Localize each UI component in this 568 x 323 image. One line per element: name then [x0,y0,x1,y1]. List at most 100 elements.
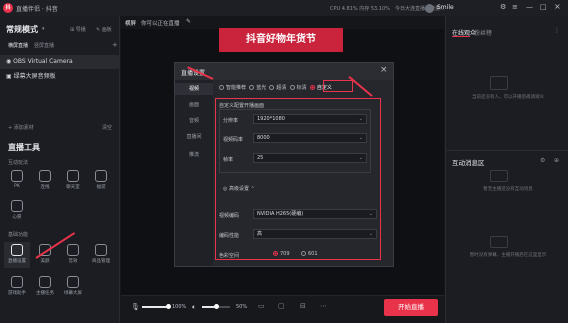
menu-icon[interactable]: ≡ [512,3,518,11]
speaker-icon[interactable]: 🔈︎ [192,303,196,312]
message-area-title: 互动消息区 [452,159,485,167]
user-name[interactable]: Smile [437,4,454,11]
custom-config-title: 自定义配置开播画面 [219,103,265,109]
chat-icon [67,170,79,182]
screen-icon [67,276,79,288]
settings-icon[interactable]: ⚙ [540,157,545,164]
encoder-label: 视频编码 [219,213,240,219]
speaker-slider-handle[interactable] [214,304,219,309]
chatroom-tool[interactable]: 聊天室 [60,168,86,194]
quality-option-standard[interactable]: 标清 [289,85,307,91]
dialog-tab-stream[interactable]: 推流 [175,149,213,161]
system-status: CPU 4.81% 内存 53.10% [330,6,390,12]
dialog-tab-video[interactable]: 视频 [175,83,213,95]
active-tab-indicator [452,36,470,37]
more-icon[interactable]: ⋮ [554,27,560,34]
speaker-volume-value: 50% [236,304,248,310]
lucky-bag-tool[interactable]: 福袋 [88,168,114,194]
sound-tool[interactable]: 音效 [60,242,86,268]
image-icon: ▣ [6,73,14,80]
pk-tool[interactable]: PK [4,168,30,194]
quality-option-bluray[interactable]: 蓝光 [249,85,266,91]
mic-volume-slider[interactable] [142,306,168,308]
dialog-tab-picture[interactable]: 画面 [175,99,213,111]
tab-landscape[interactable]: 横屏直播 [8,42,28,49]
quality-options: 智能推荐 蓝光 超清 标清 自定义 [219,84,332,91]
cart-icon [95,244,107,256]
bitrate-select[interactable]: 8000 ⌄ [253,133,367,143]
empty-audience-text: 当前还没有人，可以开播后邀请观众 [472,95,544,100]
bag-icon [95,170,107,182]
add-source-button[interactable]: + 添加素材 [8,124,34,131]
dialog-tab-audio[interactable]: 音频 [175,115,213,127]
game-tool[interactable]: 游戏助手 [4,274,30,300]
resolution-label: 分辨率 [223,118,239,124]
green-screen-tool[interactable]: 绿幕大屏 [60,274,86,300]
maximize-icon[interactable]: □ [540,3,547,11]
camera-icon[interactable]: ▭ [258,302,265,310]
source-item[interactable]: ◉ OBS Virtual Camera [0,55,119,69]
empty-message-text: 暂无主播还没有互动消息 [483,187,533,192]
clear-button[interactable]: 清空 [102,124,112,131]
quality-option-smart[interactable]: 智能推荐 [219,85,246,91]
empty-danmaku-text: 暂时没有弹幕，主播开播后在这里显示 [469,253,547,258]
minimize-icon[interactable]: — [526,3,533,11]
color-space-label: 色彩空间 [219,253,240,259]
link-icon [39,170,51,182]
dialog-tab-room[interactable]: 直播间 [175,131,213,143]
color-space-601[interactable]: 601 [301,251,318,257]
empty-message-icon [490,170,508,182]
link-tool[interactable]: 连线 [32,168,58,194]
app-logo: 抖 [3,3,13,13]
chevron-down-icon: ⌄ [358,155,363,161]
group-basic: 基础功能 [8,232,29,238]
dialog-close-button[interactable]: × [380,65,388,75]
live-settings-tool[interactable]: 直播设置 [4,242,30,268]
mic-slider-handle[interactable] [166,304,171,309]
scene-mode-title[interactable]: 常规模式 [6,24,38,35]
advanced-settings-toggle[interactable]: ◎ 高级设置 ⌃ [223,185,255,192]
task-icon [39,276,51,288]
chevron-down-icon[interactable]: ▾ [42,26,45,32]
mic-volume-value: 100% [172,304,187,310]
screen-record-icon[interactable]: ▢ [278,302,285,310]
bitrate-label: 视频码率 [223,137,244,143]
tab-fans[interactable]: 粉丝榜 [474,28,492,37]
chevron-down-icon: ⌄ [368,211,373,217]
framerate-label: 帧率 [223,157,234,163]
settings-icon[interactable]: ⚙ [500,3,506,11]
more-icon[interactable]: ⋯ [320,302,327,310]
quality-option-super[interactable]: 超清 [269,85,286,91]
task-tool[interactable]: 主播任务 [32,274,58,300]
tab-portrait[interactable]: 竖屏直播 [34,42,54,49]
encode-performance-select[interactable]: 高 ⌄ [253,229,377,239]
director-button[interactable]: ⊞ 导播 [70,26,86,33]
avatar[interactable] [425,4,434,13]
sound-icon [67,244,79,256]
encode-performance-label: 编码性能 [219,233,240,239]
wish-tool[interactable]: 心愿 [4,198,30,224]
add-scene-icon[interactable]: + [112,41,118,49]
title-bar [0,0,568,16]
add-icon[interactable]: ⊕ [554,157,559,164]
divider [445,150,568,151]
product-tool[interactable]: 商品管理 [88,242,114,268]
resolution-select[interactable]: 1920*1080 ⌄ [253,114,367,124]
draw-button[interactable]: ✎ 画板 [96,26,112,33]
source-item[interactable]: ▣ 绿幕大屏音频板 [0,70,119,84]
chevron-down-icon: ⌄ [358,116,363,122]
edit-icon[interactable]: ✎ [186,18,191,25]
color-space-709[interactable]: 709 [273,251,290,257]
close-icon[interactable]: × [554,2,561,11]
pk-icon [11,170,23,182]
app-title: 直播伴侣 · 抖音 [16,6,58,13]
layout-icon[interactable]: ⊟ [300,302,306,310]
encoder-select[interactable]: NVIDIA H265(硬编) ⌄ [253,209,377,219]
preview-banner: 抖音好物年货节 [219,28,343,52]
framerate-select[interactable]: 25 ⌄ [253,153,367,163]
chevron-down-icon: ⌄ [368,231,373,237]
preview-label: 横屏 [125,21,137,27]
empty-danmaku-icon [490,236,508,248]
microphone-icon[interactable]: 🎙︎ [131,303,140,311]
start-live-button[interactable]: 开始直播 [384,299,438,316]
